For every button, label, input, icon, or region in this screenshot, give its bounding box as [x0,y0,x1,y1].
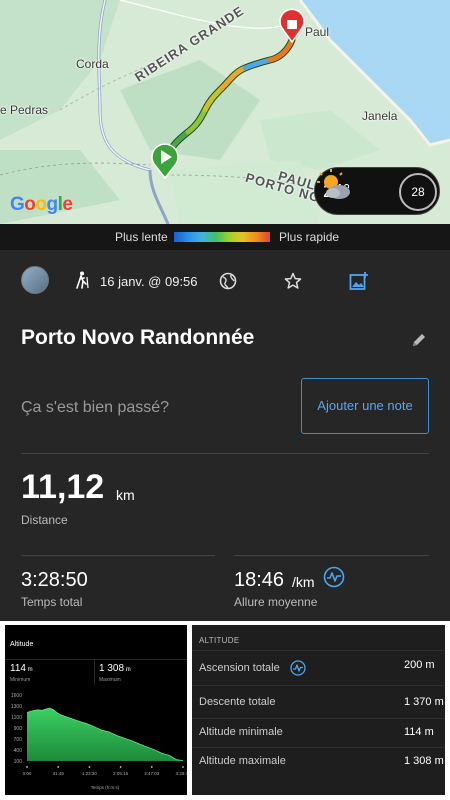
distance-label: Distance [21,513,68,527]
x-tick-label: 2:05:15 [113,771,129,776]
total-time-label: Temps total [21,595,83,609]
y-tick-label: 700 [14,737,23,743]
altitude-max-value: 1 308 m [99,663,131,674]
y-tick-label: 1600 [11,693,22,699]
x-tick-label: 2:47:03 [144,771,160,776]
note-prompt: Ça s'est bien passé? [21,399,170,416]
pace-chart-icon[interactable] [323,566,345,588]
stats-title: ALTITUDE [199,636,240,645]
total-time-value: 3:28:50 [21,569,88,591]
y-tick-label: 1100 [11,715,22,721]
divider [192,685,445,686]
legend-slow-label: Plus lente [115,230,168,244]
x-tick-mark [182,766,184,768]
altitude-min-value: 114 m [10,663,33,674]
speed-gradient-bar [174,232,270,242]
altitude-chart: 1600 1300 1100 900 700 400 100 0:00 41:45 1:23:30… [11,693,187,790]
partly-cloudy-icon [317,169,350,199]
favorite-star-icon[interactable] [284,272,302,290]
weather-dial: 28 [399,173,437,211]
legend-fast-label: Plus rapide [279,230,340,244]
map-label-janela: Janela [362,109,398,123]
activity-title: Porto Novo Randonnée [21,326,255,349]
divider [192,650,445,651]
y-tick-label: 400 [14,748,23,754]
altitude-chart-card[interactable]: Altitude 114 m Minimum 1 308 m Maximum 1… [5,625,187,795]
speed-legend: Plus lente Plus rapide [0,224,450,250]
distance-unit: km [116,487,135,503]
stat-value-min-altitude: 114 m [404,726,434,738]
route-map[interactable]: Paul Corda e Pedras Janela RIBEIRA GRAND… [0,0,450,224]
add-note-button[interactable]: Ajouter une note [301,378,429,434]
globe-icon[interactable] [219,272,237,290]
stat-value-max-altitude: 1 308 m [404,755,444,767]
altitude-stats-card: ALTITUDE Ascension totale 200 m Descente… [192,625,445,795]
divider [192,747,445,748]
y-tick-label: 900 [14,726,23,732]
x-tick-label: 0:00 [23,771,32,776]
stat-label-total-descent: Descente totale [199,696,276,708]
stat-label-total-ascent: Ascension totale [199,662,280,674]
divider [5,659,187,660]
elevation-chart-icon[interactable] [290,660,306,676]
stat-value-total-ascent: 200 m [404,659,435,671]
y-tick-label: 100 [14,759,23,765]
stat-value-total-descent: 1 370 m [404,696,444,708]
divider [192,718,445,719]
altitude-max-label: Maximum [99,677,121,683]
x-tick-mark [150,766,153,768]
divider [94,660,95,684]
x-tick-label: 1:23:30 [82,771,98,776]
x-tick-mark [119,766,122,768]
altitude-area [27,708,183,761]
divider [21,453,429,454]
add-photo-icon[interactable] [349,271,369,291]
avatar[interactable] [21,266,49,294]
google-logo: Google [10,194,73,215]
activity-summary-panel: 16 janv. @ 09:56 Porto Novo Randonnée Ça… [0,250,450,621]
x-tick-mark [88,766,91,768]
x-tick-label: 41:45 [53,771,65,776]
altitude-card-title: Altitude [10,641,34,648]
activity-date: 16 janv. @ 09:56 [100,274,198,289]
map-label-corda: Corda [76,57,109,71]
avg-pace-unit: /km [292,574,315,590]
map-label-paul: Paul [305,25,330,39]
x-axis-label: Temps (h:m:s) [91,785,120,790]
distance-value: 11,12 [21,468,105,506]
stat-label-max-altitude: Altitude maximale [199,755,286,767]
weather-widget[interactable]: 24° 28 [314,167,440,215]
divider [234,555,429,556]
avg-pace-label: Allure moyenne [234,595,318,609]
finish-marker-icon [279,8,305,44]
hiking-icon [76,271,89,289]
avg-pace-value: 18:46 [234,569,285,591]
y-tick-label: 1300 [11,704,22,710]
map-label-pedras: e Pedras [0,103,49,117]
x-tick-mark [26,766,28,768]
divider [21,555,215,556]
edit-pencil-icon[interactable] [411,332,427,348]
altitude-min-label: Minimum [10,677,31,683]
stat-label-min-altitude: Altitude minimale [199,726,283,738]
x-tick-mark [57,766,60,768]
x-tick-label: 3:28:46 [175,771,187,776]
